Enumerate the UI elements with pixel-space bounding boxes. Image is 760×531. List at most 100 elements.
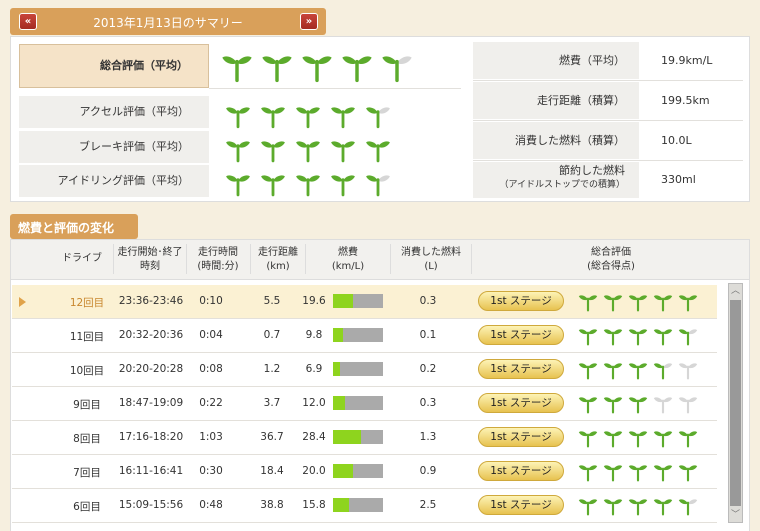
double-right-arrow-icon: » — [305, 16, 313, 27]
stage-badge-button[interactable]: 1st ステージ — [478, 291, 564, 311]
scroll-up-icon[interactable]: ︿ — [729, 284, 742, 298]
overall-eval-rating — [221, 51, 421, 83]
table-scrollbar[interactable]: ︿ ﹀ — [728, 283, 743, 523]
sprout-icon — [603, 428, 623, 448]
cell-fuel-eff: 28.4 — [302, 431, 326, 443]
cell-drive: 10回目 — [69, 365, 105, 377]
sprout-icon — [365, 137, 391, 163]
table-row[interactable]: 6回目 15:09-15:56 0:48 38.8 15.8 2.5 1st ステージ — [12, 489, 717, 523]
sprout-icon — [678, 496, 698, 516]
accel-eval-rating — [225, 103, 400, 129]
sprout-icon — [678, 360, 698, 380]
cell-fuel-used: 2.5 — [419, 499, 437, 511]
scroll-down-icon[interactable]: ﹀ — [729, 508, 742, 522]
sprout-icon — [678, 428, 698, 448]
sprout-icon — [628, 326, 648, 346]
sprout-icon — [225, 103, 251, 129]
table-row[interactable]: 7回目 16:11-16:41 0:30 18.4 20.0 0.9 1st ステージ — [12, 455, 717, 489]
sprout-icon — [260, 137, 286, 163]
next-day-button[interactable]: » — [300, 13, 318, 30]
table-row[interactable]: 12回目 23:36-23:46 0:10 5.5 19.6 0.3 1st ステージ — [12, 285, 717, 319]
accel-eval-label: アクセル評価（平均） — [19, 96, 209, 128]
sprout-icon — [653, 326, 673, 346]
sprout-icon — [678, 326, 698, 346]
cell-fuel-used: 1.3 — [419, 431, 437, 443]
sprout-icon — [330, 137, 356, 163]
table-row[interactable]: 10回目 20:20-20:28 0:08 1.2 6.9 0.2 1st ステージ — [12, 353, 717, 387]
row-rating — [578, 394, 703, 414]
col-fuel-used: 消費した燃料 (L) — [401, 247, 461, 272]
changes-title: 燃費と評価の変化 — [10, 214, 138, 239]
sprout-icon — [628, 394, 648, 414]
sprout-icon — [628, 428, 648, 448]
cell-distance: 0.7 — [263, 329, 281, 341]
table-header: ドライブ 走行開始･終了 時刻 走行時間 (時間:分) 走行距離 (km) 燃費 (km… — [11, 240, 749, 280]
stage-badge-button[interactable]: 1st ステージ — [478, 325, 564, 345]
sprout-icon — [603, 360, 623, 380]
sprout-icon — [578, 462, 598, 482]
col-rating: 総合評価 (総合得点) — [587, 247, 635, 272]
sprout-icon — [578, 326, 598, 346]
stage-badge-button[interactable]: 1st ステージ — [478, 427, 564, 447]
sprout-icon — [628, 292, 648, 312]
sprout-icon — [578, 428, 598, 448]
sprout-icon — [653, 360, 673, 380]
stat-label: 節約した燃料 （アイドルストップでの積算） — [473, 162, 639, 198]
sprout-icon — [365, 171, 391, 197]
cell-duration: 0:48 — [199, 499, 223, 511]
row-rating — [578, 326, 703, 346]
cell-distance: 3.7 — [263, 397, 281, 409]
sprout-icon — [260, 171, 286, 197]
col-time: 走行開始･終了 時刻 — [117, 247, 183, 272]
cell-drive: 8回目 — [73, 433, 101, 445]
cell-time: 17:16-18:20 — [118, 431, 184, 443]
scrollbar-thumb[interactable] — [730, 300, 741, 506]
cell-fuel-used: 0.2 — [419, 363, 437, 375]
cell-drive: 7回目 — [73, 467, 101, 479]
stage-badge-button[interactable]: 1st ステージ — [478, 359, 564, 379]
sprout-icon — [603, 326, 623, 346]
stage-badge-button[interactable]: 1st ステージ — [478, 495, 564, 515]
sprout-icon — [653, 496, 673, 516]
cell-fuel-used: 0.9 — [419, 465, 437, 477]
cell-fuel-used: 0.3 — [419, 295, 437, 307]
selected-row-arrow-icon — [19, 297, 26, 307]
sprout-icon — [653, 462, 673, 482]
row-rating — [578, 428, 703, 448]
cell-time: 20:32-20:36 — [118, 329, 184, 341]
col-fuel-eff: 燃費 (km/L) — [331, 247, 365, 272]
row-rating — [578, 496, 703, 516]
sprout-icon — [261, 51, 293, 83]
table-row[interactable]: 11回目 20:32-20:36 0:04 0.7 9.8 0.1 1st ステージ — [12, 319, 717, 353]
fuel-eff-bar — [333, 396, 383, 410]
sprout-icon — [330, 103, 356, 129]
sprout-icon — [221, 51, 253, 83]
cell-duration: 0:30 — [199, 465, 223, 477]
cell-fuel-eff: 12.0 — [302, 397, 326, 409]
stage-badge-button[interactable]: 1st ステージ — [478, 393, 564, 413]
table-row[interactable]: 9回目 18:47-19:09 0:22 3.7 12.0 0.3 1st ステージ — [12, 387, 717, 421]
sprout-icon — [578, 360, 598, 380]
stat-value: 10.0L — [661, 134, 692, 147]
stage-badge-button[interactable]: 1st ステージ — [478, 461, 564, 481]
cell-time: 20:20-20:28 — [118, 363, 184, 375]
sprout-icon — [678, 394, 698, 414]
sprout-icon — [295, 137, 321, 163]
sprout-icon — [578, 292, 598, 312]
sprout-icon — [628, 360, 648, 380]
cell-distance: 36.7 — [260, 431, 284, 443]
sprout-icon — [603, 394, 623, 414]
cell-fuel-eff: 9.8 — [305, 329, 323, 341]
stat-value: 330ml — [661, 173, 696, 186]
fuel-eff-bar — [333, 464, 383, 478]
cell-distance: 18.4 — [260, 465, 284, 477]
stat-label-main: 節約した燃料 — [559, 164, 625, 177]
sprout-icon — [295, 103, 321, 129]
cell-fuel-eff: 20.0 — [302, 465, 326, 477]
cell-distance: 5.5 — [263, 295, 281, 307]
fuel-eff-bar — [333, 294, 383, 308]
cell-time: 15:09-15:56 — [118, 499, 184, 511]
table-row[interactable]: 8回目 17:16-18:20 1:03 36.7 28.4 1.3 1st ステージ — [12, 421, 717, 455]
cell-drive: 11回目 — [69, 331, 105, 343]
stat-label: 走行距離（積算） — [473, 82, 639, 119]
